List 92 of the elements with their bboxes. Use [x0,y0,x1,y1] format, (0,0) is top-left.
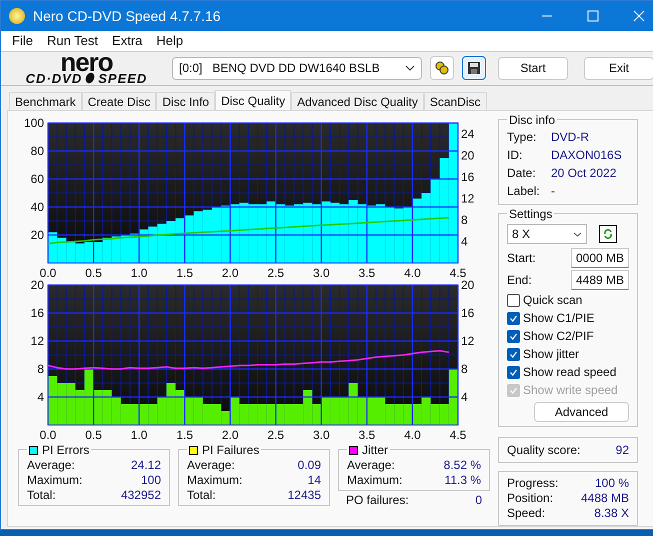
stat-value: 8.52 % [444,458,481,473]
logo-text: nero [60,52,113,72]
stat-value: 12435 [288,488,321,503]
info-value: - [551,183,555,200]
axis-label: 3.5 [358,428,376,441]
field-label: End: [507,272,532,289]
axis-label: 3.5 [358,266,376,279]
axis-label: 12 [461,191,474,206]
group-title: PI Errors [42,442,90,459]
axis-label: 0.0 [40,266,56,279]
stat-value: 432952 [120,488,161,503]
stat-value: 0.09 [298,458,321,473]
axis-label: 8 [461,212,468,227]
info-value: 20 Oct 2022 [551,165,616,182]
axis-label: 20 [30,279,44,292]
axis-label: 1.0 [130,428,148,441]
stat-label: PO failures: [346,493,409,508]
axis-label: 4.5 [450,266,466,279]
stat-label: Maximum: [27,473,82,488]
axis-label: 16 [30,306,44,320]
progress-label: Speed: [507,506,546,521]
axis-label: 20 [461,279,474,292]
info-label: Date: [507,165,537,182]
axis-label: 3.0 [313,266,330,279]
info-value: DAXON016S [551,147,622,164]
axis-label: 0.5 [85,266,102,279]
group-title: PI Failures [202,442,260,459]
axis-label: 16 [461,170,474,184]
stat-label: Total: [27,488,56,503]
group-title: Settings [509,206,552,223]
stat-value: 100 [140,473,161,488]
axis-label: 1.0 [130,266,148,279]
stat-label: Maximum: [187,473,242,488]
axis-label: 20 [30,228,44,242]
axis-label: 3.0 [313,428,330,441]
checkbox-label: Show C2/PIF [523,328,594,344]
axis-label: 0.0 [40,428,56,441]
checkbox-label: Show C1/PIE [523,310,594,326]
logo-text: CD·DVD [26,72,82,85]
progress-label: Progress: [507,476,558,491]
axis-label: 4.0 [404,266,421,279]
field-label: Start: [507,250,536,267]
stat-value: 0 [475,493,482,508]
stat-label: Total: [187,488,216,503]
axis-label: 20 [461,148,474,162]
axis-label: 8 [37,362,44,376]
info-label: Type: [507,129,538,146]
stat-label: Average: [347,458,395,473]
window-title: Nero CD-DVD Speed 4.7.7.16 [33,6,221,26]
progress-value: 8.38 X [594,506,629,521]
info-label: ID: [507,147,524,164]
quality-label: Quality score: [507,442,580,459]
axis-label: 8 [461,362,468,376]
axis-label: 12 [30,334,44,348]
checkbox-label: Show jitter [523,346,580,362]
axis-label: 4 [461,390,468,404]
axis-label: 40 [30,200,44,214]
axis-label: 2.5 [267,266,284,279]
progress-label: Position: [507,491,554,506]
quality-value: 92 [616,442,629,459]
checkbox-label: Show read speed [523,364,616,380]
axis-label: 4.0 [404,428,421,441]
axis-label: 2.5 [267,428,284,441]
checkbox-label: Quick scan [523,292,582,308]
axis-label: 0.5 [85,428,102,441]
axis-label: 80 [30,144,44,158]
axis-label: 2.0 [222,266,239,279]
group-title: Jitter [362,442,388,459]
stat-label: Average: [187,458,235,473]
axis-label: 24 [461,126,474,141]
info-label: Label: [507,183,541,200]
progress-value: 4488 MB [580,491,629,506]
axis-label: 2.0 [222,428,239,441]
logo-text: SPEED [98,72,148,85]
axis-label: 16 [461,306,474,320]
stat-label: Maximum: [347,473,402,488]
axis-label: 1.5 [176,266,193,279]
axis-label: 60 [30,172,44,186]
axis-label: 100 [24,117,44,130]
checkbox-label: Show write speed [523,382,618,398]
axis-label: 4 [37,390,44,404]
stat-value: 24.12 [130,458,161,473]
progress-value: 100 % [594,476,629,491]
stat-value: 11.3 % [444,473,481,488]
axis-label: 4.5 [450,428,466,441]
group-title: Disc info [509,112,556,129]
axis-label: 1.5 [176,428,193,441]
stat-value: 14 [308,473,321,488]
stat-label: Average: [27,458,75,473]
axis-label: 4 [461,234,468,248]
info-value: DVD-R [551,129,589,146]
axis-label: 12 [461,334,474,348]
